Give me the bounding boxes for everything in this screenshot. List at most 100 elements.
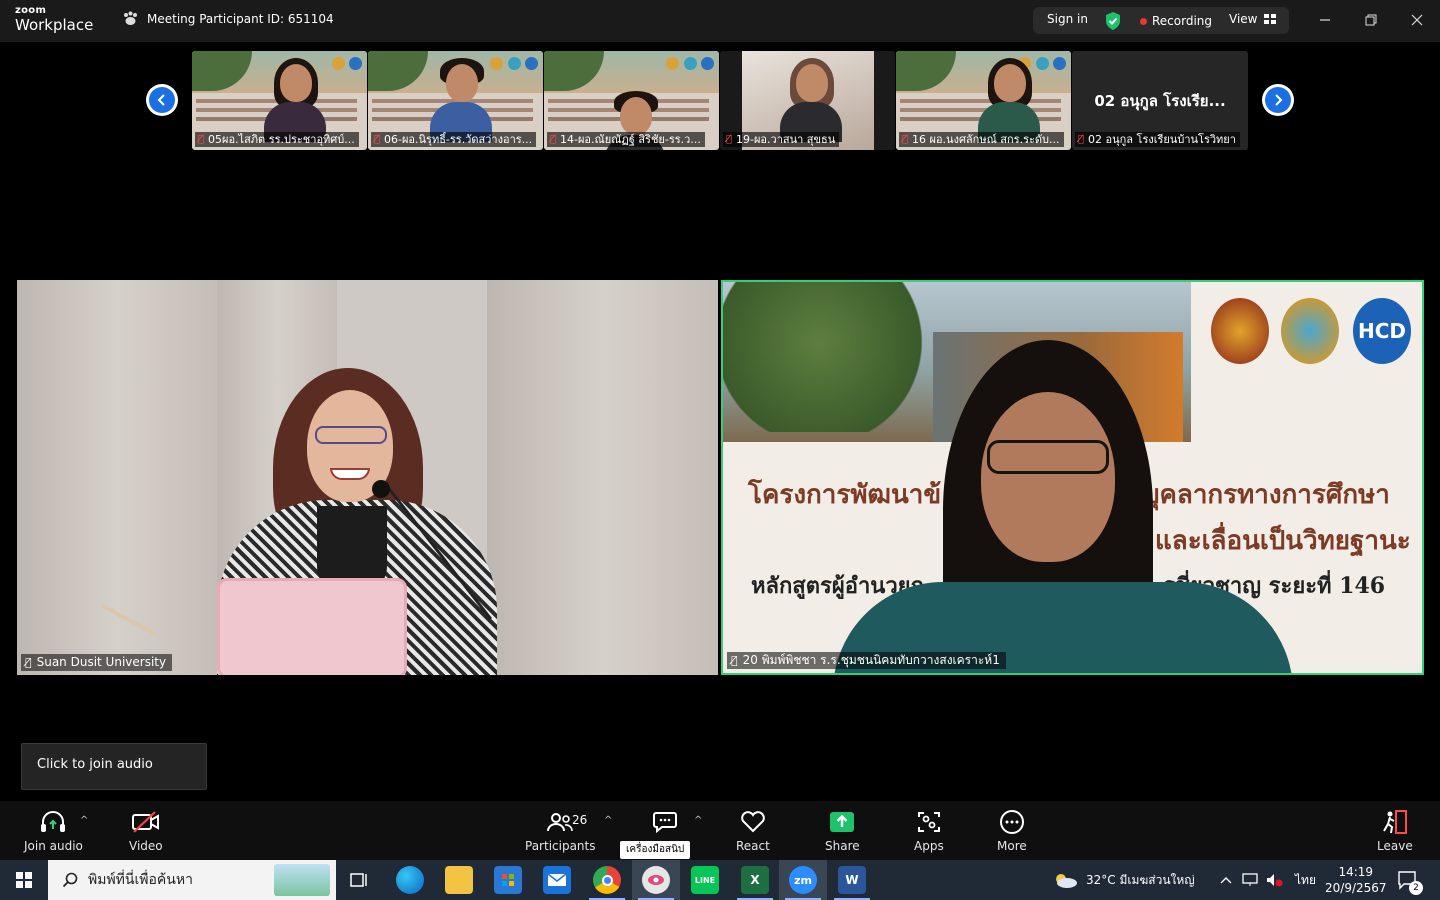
brand-small: zoom xyxy=(15,5,47,16)
notification-count: 2 xyxy=(1409,881,1423,895)
close-icon xyxy=(1411,14,1423,26)
share-screen-icon xyxy=(830,812,855,832)
share-button[interactable]: Share xyxy=(825,809,860,853)
mic-muted-icon: 🎙̸ xyxy=(25,656,32,669)
chevron-up-icon xyxy=(1220,877,1232,884)
seal-icon xyxy=(1281,298,1339,364)
weather-text: 32°C มีเมฆส่วนใหญ่ xyxy=(1086,872,1195,887)
next-page-button[interactable] xyxy=(1262,84,1294,116)
participant-thumbnail[interactable]: 🎙̸ 16 ผอ.นงศลักษณ์ สกร.ระดับ... xyxy=(896,51,1071,150)
word-icon[interactable]: W xyxy=(838,866,866,894)
chrome-icon[interactable] xyxy=(593,866,621,894)
slide-title-part-b: บุคลากรทางการศึกษา xyxy=(1143,480,1390,510)
slide-subtitle: และเลื่อนเป็นวิทยฐานะ xyxy=(1155,526,1411,556)
weather-widget[interactable]: 32°C มีเมฆส่วนใหญ่ xyxy=(1052,860,1195,900)
view-button[interactable]: View xyxy=(1229,12,1277,26)
emblem-icon xyxy=(1211,298,1269,364)
react-button[interactable]: React xyxy=(736,809,770,853)
participant-name-label: 🎙̸ 05ผอ.ไสภิต รร.ประชาอุทิศบ์... xyxy=(195,132,359,147)
clock-date: 20/9/2567 xyxy=(1325,881,1387,895)
minimize-button[interactable] xyxy=(1312,8,1338,32)
clock[interactable]: 14:19 20/9/2567 xyxy=(1325,860,1387,900)
snipping-tool-tooltip: เครื่องมือสนิป xyxy=(620,841,691,859)
participant-thumbnail[interactable]: 🎙̸ 14-ผอ.ณัยณัฏฐ์ สิริชัย-รร.ว... xyxy=(544,51,719,150)
search-highlight-image xyxy=(274,864,330,896)
volume-muted-icon[interactable] xyxy=(1266,860,1284,900)
recording-indicator[interactable]: Recording xyxy=(1140,14,1212,28)
audio-options-caret-icon[interactable]: ^ xyxy=(80,815,88,826)
sign-in-button[interactable]: Sign in xyxy=(1047,12,1088,26)
video-tile[interactable]: 🎙̸ Suan Dusit University xyxy=(17,280,718,675)
paw-icon xyxy=(124,11,137,25)
previous-page-button[interactable] xyxy=(146,84,178,116)
participant-thumbnail[interactable]: 🎙̸ 05ผอ.ไสภิต รร.ประชาอุทิศบ์... xyxy=(192,51,367,150)
meeting-info[interactable]: Meeting Participant ID: 651104 xyxy=(122,11,334,26)
meeting-id-label: Meeting Participant ID: 651104 xyxy=(147,11,334,26)
apps-button[interactable]: Apps xyxy=(914,809,944,853)
zoom-app-icon[interactable]: zm xyxy=(789,866,817,894)
mic-muted-icon: 🎙̸ xyxy=(902,134,909,145)
record-dot-icon xyxy=(1140,17,1147,25)
search-placeholder: พิมพ์ที่นี่เพื่อค้นหา xyxy=(88,872,193,888)
zoom-logo: zoom Workplace xyxy=(15,6,93,33)
windows-logo-icon xyxy=(16,872,32,888)
leave-button[interactable]: Leave xyxy=(1377,809,1413,853)
chat-caret-icon[interactable]: ^ xyxy=(694,815,702,826)
brand-large: Workplace xyxy=(15,16,94,34)
chat-button[interactable] xyxy=(652,809,678,835)
shield-check-icon[interactable] xyxy=(1104,11,1122,31)
video-off-icon xyxy=(131,811,159,833)
weather-cloud-icon xyxy=(1056,874,1077,888)
edge-browser-icon[interactable] xyxy=(396,866,424,894)
maximize-button[interactable] xyxy=(1358,8,1384,32)
view-label: View xyxy=(1229,12,1258,26)
show-hidden-icons-button[interactable] xyxy=(1220,860,1232,900)
meeting-toolbar: Join audio ^ Video Participants ^ ^ Reac… xyxy=(0,801,1440,860)
participant-thumbnail[interactable]: 🎙̸ 19-ผอ.วาสนา สุขธน xyxy=(720,51,895,150)
store-icon[interactable] xyxy=(494,866,522,894)
participant-name-label: 🎙̸ 02 อนุกูล โรงเรียนบ้านโรวิทยา xyxy=(1075,132,1240,147)
excel-icon[interactable]: X xyxy=(741,866,769,894)
heart-icon xyxy=(741,811,765,833)
grid-view-icon xyxy=(1264,14,1277,24)
minimize-icon xyxy=(1320,19,1330,21)
clock-time: 14:19 xyxy=(1338,865,1374,879)
participant-thumbnail[interactable]: 🎙̸ 06-ผอ.นิรุทธิ์-รร.วัดสว่างอาร... xyxy=(368,51,543,150)
participants-caret-icon[interactable]: ^ xyxy=(604,815,612,826)
line-app-icon[interactable]: LINE xyxy=(691,866,719,894)
notifications-button[interactable]: 2 xyxy=(1397,860,1423,900)
participant-name-label: 🎙̸ 20 พิมพ์พิชชา ร.ร.ชุมชนนิคมทับกวางสงเ… xyxy=(727,652,1006,669)
microphone-stand xyxy=(372,480,390,498)
join-audio-button[interactable]: Join audio xyxy=(24,809,83,853)
mic-muted-icon: 🎙̸ xyxy=(731,654,738,667)
participant-name-label: 🎙̸ 14-ผอ.ณัยณัฏฐ์ สิริชัย-รร.ว... xyxy=(547,132,705,147)
participant-thumbnail[interactable]: 02 อนุกูล โรงเรีย... 🎙̸ 02 อนุกูล โรงเรีย… xyxy=(1072,51,1248,150)
mail-icon[interactable] xyxy=(543,866,571,894)
start-button[interactable] xyxy=(0,860,48,900)
language-indicator[interactable]: ไทย xyxy=(1295,860,1316,900)
chat-icon xyxy=(653,812,677,834)
participants-icon xyxy=(547,813,574,832)
mic-muted-icon: 🎙̸ xyxy=(374,134,381,145)
network-icon[interactable] xyxy=(1242,860,1260,900)
headphones-icon xyxy=(41,811,66,832)
more-button[interactable]: More xyxy=(997,809,1027,853)
restore-icon xyxy=(1365,14,1377,26)
chevron-left-icon xyxy=(157,94,165,106)
task-view-icon[interactable] xyxy=(346,866,374,894)
join-audio-tooltip[interactable]: Click to join audio xyxy=(21,743,207,790)
mic-muted-icon: 🎙̸ xyxy=(550,134,557,145)
close-button[interactable] xyxy=(1404,8,1430,32)
apps-icon xyxy=(917,812,940,832)
title-bar: zoom Workplace Meeting Participant ID: 6… xyxy=(0,0,1440,42)
participant-name-label: 🎙̸ 19-ผอ.วาสนา สุขธน xyxy=(723,132,840,147)
participant-name-label: 🎙̸ 06-ผอ.นิรุทธิ์-รร.วัดสว่างอาร... xyxy=(371,132,537,147)
taskbar-search-input[interactable]: พิมพ์ที่นี่เพื่อค้นหา xyxy=(48,860,336,900)
participants-count-badge: 26 xyxy=(572,813,588,827)
file-explorer-icon[interactable] xyxy=(445,866,473,894)
recording-label: Recording xyxy=(1152,14,1213,28)
active-speaker-tile[interactable]: HCD โครงการพัฒนาข้ บุคลากรทางการศึกษา แล… xyxy=(721,280,1424,675)
snipping-tool-icon[interactable] xyxy=(642,866,670,894)
leave-door-icon xyxy=(1382,810,1407,834)
video-button[interactable]: Video xyxy=(129,809,163,853)
